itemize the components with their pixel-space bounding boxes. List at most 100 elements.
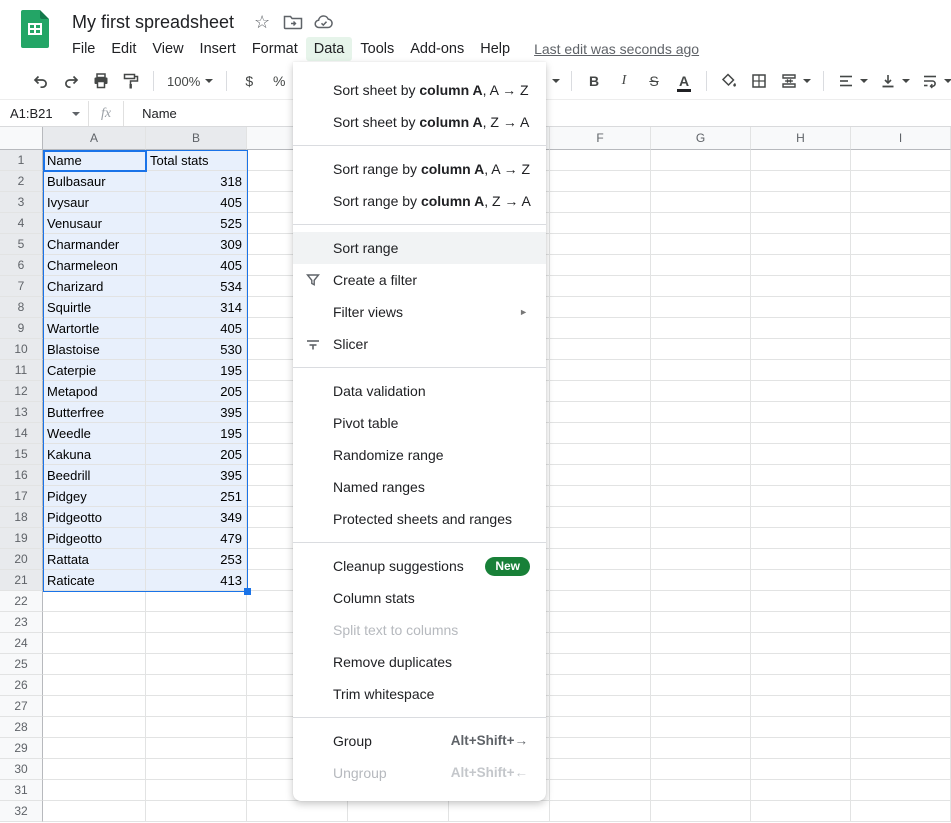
cell-B12[interactable]: 205: [146, 381, 247, 402]
cell-G20[interactable]: [651, 549, 751, 570]
cell-A10[interactable]: Blastoise: [43, 339, 146, 360]
cell-G23[interactable]: [651, 612, 751, 633]
menubar-item-view[interactable]: View: [144, 37, 191, 61]
cell-G11[interactable]: [651, 360, 751, 381]
cell-I9[interactable]: [851, 318, 951, 339]
bold-button[interactable]: B: [580, 68, 608, 94]
print-button[interactable]: [87, 68, 115, 94]
cell-G12[interactable]: [651, 381, 751, 402]
cell-G16[interactable]: [651, 465, 751, 486]
cell-F10[interactable]: [550, 339, 651, 360]
cell-F30[interactable]: [550, 759, 651, 780]
cell-A19[interactable]: Pidgeotto: [43, 528, 146, 549]
cell-H10[interactable]: [751, 339, 851, 360]
row-header-24[interactable]: 24: [0, 633, 43, 654]
menu-item-trim-whitespace[interactable]: Trim whitespace: [293, 678, 546, 710]
cell-B1[interactable]: Total stats: [146, 150, 247, 171]
cell-I20[interactable]: [851, 549, 951, 570]
cell-F7[interactable]: [550, 276, 651, 297]
cell-G21[interactable]: [651, 570, 751, 591]
cell-H9[interactable]: [751, 318, 851, 339]
cell-A29[interactable]: [43, 738, 146, 759]
cell-I8[interactable]: [851, 297, 951, 318]
cell-H6[interactable]: [751, 255, 851, 276]
cell-H8[interactable]: [751, 297, 851, 318]
cell-F15[interactable]: [550, 444, 651, 465]
cell-H12[interactable]: [751, 381, 851, 402]
menubar-item-file[interactable]: File: [64, 37, 103, 61]
row-header-31[interactable]: 31: [0, 780, 43, 801]
cell-F3[interactable]: [550, 192, 651, 213]
cell-H20[interactable]: [751, 549, 851, 570]
cell-C32[interactable]: [247, 801, 348, 822]
cell-B17[interactable]: 251: [146, 486, 247, 507]
cell-G3[interactable]: [651, 192, 751, 213]
cell-G7[interactable]: [651, 276, 751, 297]
cell-I24[interactable]: [851, 633, 951, 654]
sheets-logo-icon[interactable]: [21, 10, 49, 48]
text-color-button[interactable]: A: [670, 68, 698, 94]
cell-G18[interactable]: [651, 507, 751, 528]
cell-H26[interactable]: [751, 675, 851, 696]
menu-item-cleanup-suggestions[interactable]: Cleanup suggestionsNew: [293, 550, 546, 582]
cell-F2[interactable]: [550, 171, 651, 192]
cell-A13[interactable]: Butterfree: [43, 402, 146, 423]
cell-F5[interactable]: [550, 234, 651, 255]
cell-B5[interactable]: 309: [146, 234, 247, 255]
menu-item-ungroup[interactable]: UngroupAlt+Shift+←: [293, 757, 546, 789]
cell-B19[interactable]: 479: [146, 528, 247, 549]
move-folder-icon[interactable]: [281, 10, 305, 34]
cell-H7[interactable]: [751, 276, 851, 297]
strikethrough-button[interactable]: S: [640, 68, 668, 94]
cell-I13[interactable]: [851, 402, 951, 423]
menu-item-create-a-filter[interactable]: Create a filter: [293, 264, 546, 296]
cell-I19[interactable]: [851, 528, 951, 549]
cell-F14[interactable]: [550, 423, 651, 444]
cell-F23[interactable]: [550, 612, 651, 633]
cell-G2[interactable]: [651, 171, 751, 192]
cell-A24[interactable]: [43, 633, 146, 654]
fill-color-button[interactable]: [715, 68, 743, 94]
cell-F25[interactable]: [550, 654, 651, 675]
cell-A20[interactable]: Rattata: [43, 549, 146, 570]
menu-item-sort-sheet-by-column-a-z-a[interactable]: Sort sheet by column A, Z → A: [293, 106, 546, 138]
cell-B24[interactable]: [146, 633, 247, 654]
cell-B21[interactable]: 413: [146, 570, 247, 591]
cell-H19[interactable]: [751, 528, 851, 549]
cell-G5[interactable]: [651, 234, 751, 255]
undo-button[interactable]: [27, 68, 55, 94]
cell-I30[interactable]: [851, 759, 951, 780]
menu-item-protected-sheets-and-ranges[interactable]: Protected sheets and ranges: [293, 503, 546, 535]
cell-H29[interactable]: [751, 738, 851, 759]
row-header-8[interactable]: 8: [0, 297, 43, 318]
cell-I23[interactable]: [851, 612, 951, 633]
cell-B10[interactable]: 530: [146, 339, 247, 360]
zoom-control[interactable]: 100%: [161, 74, 219, 89]
cell-I26[interactable]: [851, 675, 951, 696]
document-title[interactable]: My first spreadsheet: [72, 12, 234, 33]
cell-H1[interactable]: [751, 150, 851, 171]
cell-H25[interactable]: [751, 654, 851, 675]
cell-B9[interactable]: 405: [146, 318, 247, 339]
row-header-18[interactable]: 18: [0, 507, 43, 528]
cell-A15[interactable]: Kakuna: [43, 444, 146, 465]
cell-F18[interactable]: [550, 507, 651, 528]
cell-H17[interactable]: [751, 486, 851, 507]
cell-B30[interactable]: [146, 759, 247, 780]
cell-H27[interactable]: [751, 696, 851, 717]
cell-G17[interactable]: [651, 486, 751, 507]
cell-I28[interactable]: [851, 717, 951, 738]
row-header-23[interactable]: 23: [0, 612, 43, 633]
row-header-17[interactable]: 17: [0, 486, 43, 507]
cell-G19[interactable]: [651, 528, 751, 549]
cell-B14[interactable]: 195: [146, 423, 247, 444]
cell-B6[interactable]: 405: [146, 255, 247, 276]
menubar-item-tools[interactable]: Tools: [352, 37, 402, 61]
cell-A31[interactable]: [43, 780, 146, 801]
cell-A17[interactable]: Pidgey: [43, 486, 146, 507]
cell-B11[interactable]: 195: [146, 360, 247, 381]
cell-A9[interactable]: Wartortle: [43, 318, 146, 339]
cell-H18[interactable]: [751, 507, 851, 528]
cell-H31[interactable]: [751, 780, 851, 801]
cell-I12[interactable]: [851, 381, 951, 402]
